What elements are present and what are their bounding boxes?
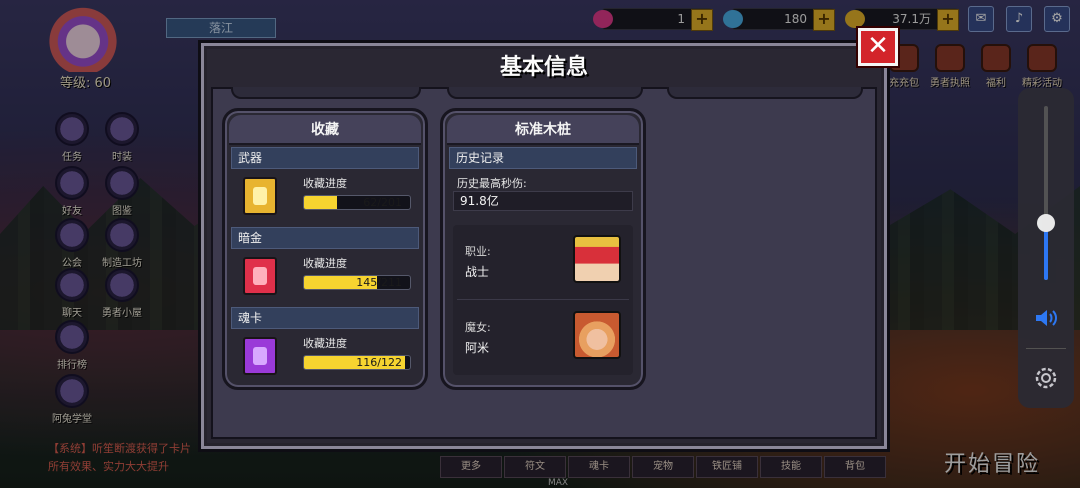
hero-role: 职业: <box>465 245 491 258</box>
dark-gold-book-icon <box>243 257 277 295</box>
category-weapon: 武器 <box>231 147 419 169</box>
progress-text: 62/201 <box>363 196 402 209</box>
card-stub <box>447 87 643 99</box>
speaker-icon[interactable] <box>1034 308 1058 328</box>
training-dummy-card: 标准木桩 历史记录 历史最高秒伤: 91.8亿 职业: 战士 魔女: 阿米 <box>440 108 646 390</box>
warrior-portrait-icon[interactable] <box>573 235 621 283</box>
hero-row-class: 职业: 战士 <box>453 225 633 299</box>
progress-text: 116/122 <box>356 356 402 369</box>
progress-label: 收藏进度 <box>303 257 347 270</box>
hero-name: 战士 <box>465 265 490 279</box>
category-soul-card: 魂卡 <box>231 307 419 329</box>
hero-role: 魔女: <box>465 321 491 334</box>
soul-card-book-icon <box>243 337 277 375</box>
progress-bar: 62/201 <box>303 195 411 210</box>
dialog-title: 基本信息 <box>499 55 588 80</box>
hero-name: 阿米 <box>465 341 490 355</box>
witch-portrait-icon[interactable] <box>573 311 621 359</box>
progress-bar: 145/211 <box>303 275 411 290</box>
max-dps-label: 历史最高秒伤: <box>457 177 527 190</box>
card-stub <box>667 87 863 99</box>
hero-row-witch: 魔女: 阿米 <box>453 301 633 375</box>
category-dark-gold: 暗金 <box>231 227 419 249</box>
progress-label: 收藏进度 <box>303 337 347 350</box>
dummy-title: 标准木桩 <box>447 115 639 145</box>
collection-title: 收藏 <box>229 115 421 145</box>
progress-bar: 116/122 <box>303 355 411 370</box>
volume-slider-thumb[interactable] <box>1037 213 1055 232</box>
divider <box>1026 348 1066 349</box>
collection-row-dark-gold: 收藏进度 145/211 <box>231 249 419 307</box>
progress-text: 145/211 <box>356 276 402 289</box>
hero-list: 职业: 战士 魔女: 阿米 <box>453 225 633 375</box>
progress-label: 收藏进度 <box>303 177 347 190</box>
collection-row-weapon: 收藏进度 62/201 <box>231 169 419 227</box>
divider <box>457 299 629 300</box>
weapon-book-icon <box>243 177 277 215</box>
collection-row-soul-card: 收藏进度 116/122 <box>231 329 419 387</box>
history-header: 历史记录 <box>449 147 637 169</box>
card-stub <box>231 87 421 99</box>
close-button[interactable]: ✕ <box>858 28 898 66</box>
volume-panel <box>1018 88 1074 408</box>
collection-card: 收藏 武器 收藏进度 62/201 暗金 收藏进度 145/211 魂卡 收藏进… <box>222 108 428 390</box>
volume-slider[interactable] <box>1037 106 1055 280</box>
max-dps-value: 91.8亿 <box>453 191 633 211</box>
gear-icon[interactable] <box>1032 364 1060 392</box>
